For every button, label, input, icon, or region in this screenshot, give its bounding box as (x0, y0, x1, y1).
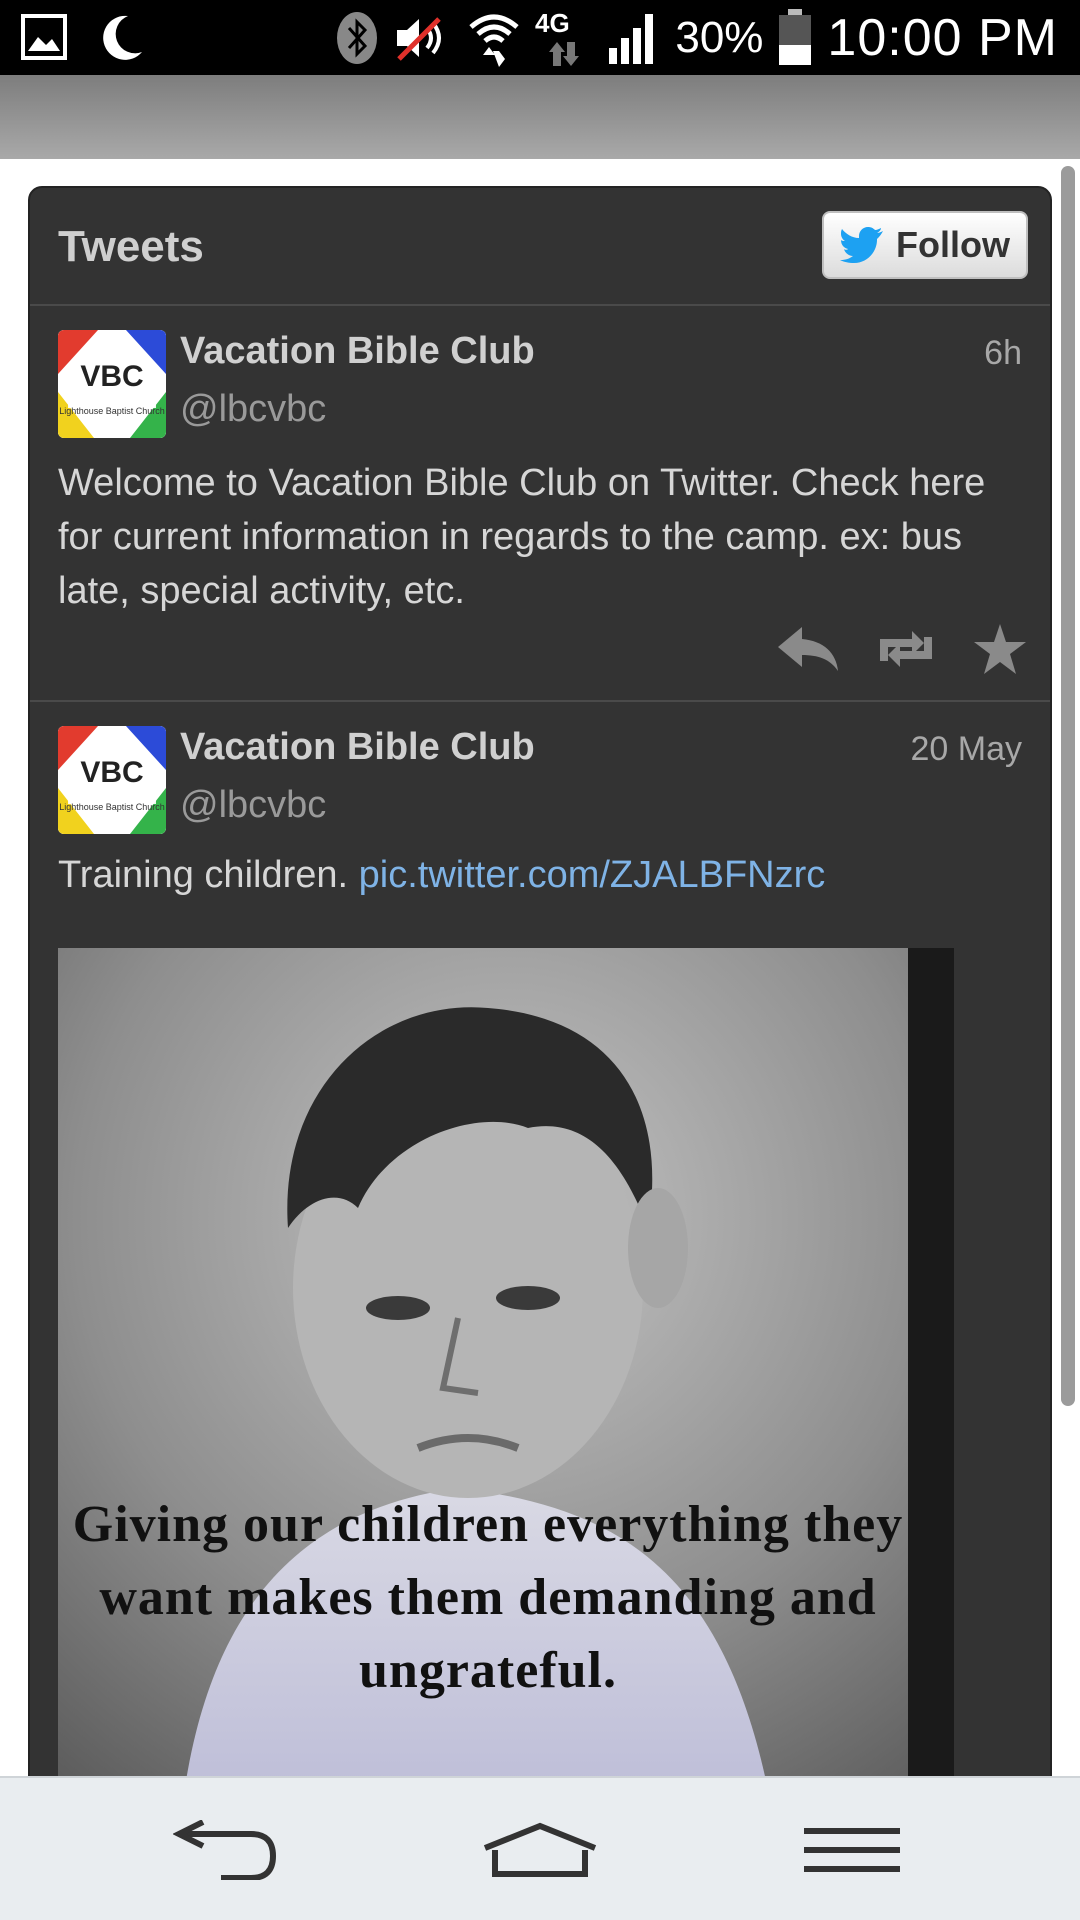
follow-button[interactable]: Follow (822, 211, 1028, 279)
author-name[interactable]: Vacation Bible Club (180, 330, 535, 373)
twitter-timeline-widget: Tweets Follow VBC Lighthouse Baptist Chu… (28, 186, 1052, 1920)
vbc-logo-icon: VBC Lighthouse Baptist Church (58, 726, 166, 834)
battery-icon (779, 8, 812, 65)
tweet-timestamp[interactable]: 6h (984, 334, 1022, 373)
menu-button[interactable] (792, 1812, 912, 1888)
scrollbar-thumb[interactable] (1061, 166, 1075, 1406)
home-button[interactable] (480, 1812, 600, 1888)
back-icon (173, 1820, 277, 1880)
tweet-text: Training children. pic.twitter.com/ZJALB… (58, 848, 1018, 902)
lte-icon: 4G (535, 8, 580, 66)
avatar-text: VBC (80, 756, 143, 789)
avatar[interactable]: VBC Lighthouse Baptist Church (58, 726, 166, 834)
gallery-icon (21, 14, 67, 60)
moon-icon (103, 15, 142, 60)
mute-icon (397, 16, 442, 61)
navigation-bar (0, 1776, 1080, 1920)
bluetooth-icon (337, 11, 378, 64)
network-label: 4G (535, 8, 570, 38)
tweet: VBC Lighthouse Baptist Church Vacation B… (30, 306, 1050, 702)
signal-icon (609, 13, 654, 64)
vbc-logo-icon: VBC Lighthouse Baptist Church (58, 330, 166, 438)
widget-title: Tweets (58, 222, 204, 271)
author-handle[interactable]: @lbcvbc (180, 784, 326, 827)
author-name[interactable]: Vacation Bible Club (180, 726, 535, 769)
tweet-timestamp[interactable]: 20 May (911, 730, 1023, 769)
tweet-text: Welcome to Vacation Bible Club on Twitte… (58, 462, 986, 612)
avatar-subtitle: Lighthouse Baptist Church (59, 406, 165, 416)
follow-label: Follow (896, 224, 1010, 265)
browser-toolbar (0, 75, 1080, 159)
tweet-photo-link[interactable]: pic.twitter.com/ZJALBFNzrc (359, 854, 826, 896)
back-button[interactable] (168, 1812, 288, 1888)
favorite-icon[interactable] (974, 624, 1026, 674)
photo-caption: Giving our children everything they want… (72, 1496, 904, 1699)
avatar-subtitle: Lighthouse Baptist Church (59, 802, 165, 812)
wifi-icon (469, 14, 519, 67)
avatar-text: VBC (80, 360, 143, 393)
twitter-bird-icon (840, 227, 883, 263)
battery-percent: 30% (675, 12, 764, 62)
tweet-actions (778, 624, 1026, 674)
reply-icon[interactable] (778, 627, 838, 671)
home-icon (483, 1822, 597, 1877)
boy-portrait-image (58, 948, 954, 1848)
retweet-icon[interactable] (872, 625, 940, 673)
tweet-body: Training children. (58, 854, 349, 896)
menu-icon (804, 1828, 900, 1872)
author-handle[interactable]: @lbcvbc (180, 388, 326, 431)
widget-header: Tweets Follow (30, 188, 1050, 306)
tweet-photo[interactable]: Giving our children everything they want… (58, 948, 954, 1848)
status-bar: 4G 30% 10:00 PM (0, 0, 1080, 75)
avatar[interactable]: VBC Lighthouse Baptist Church (58, 330, 166, 438)
clock: 10:00 PM (827, 8, 1058, 67)
tweet: VBC Lighthouse Baptist Church Vacation B… (30, 702, 1050, 1902)
